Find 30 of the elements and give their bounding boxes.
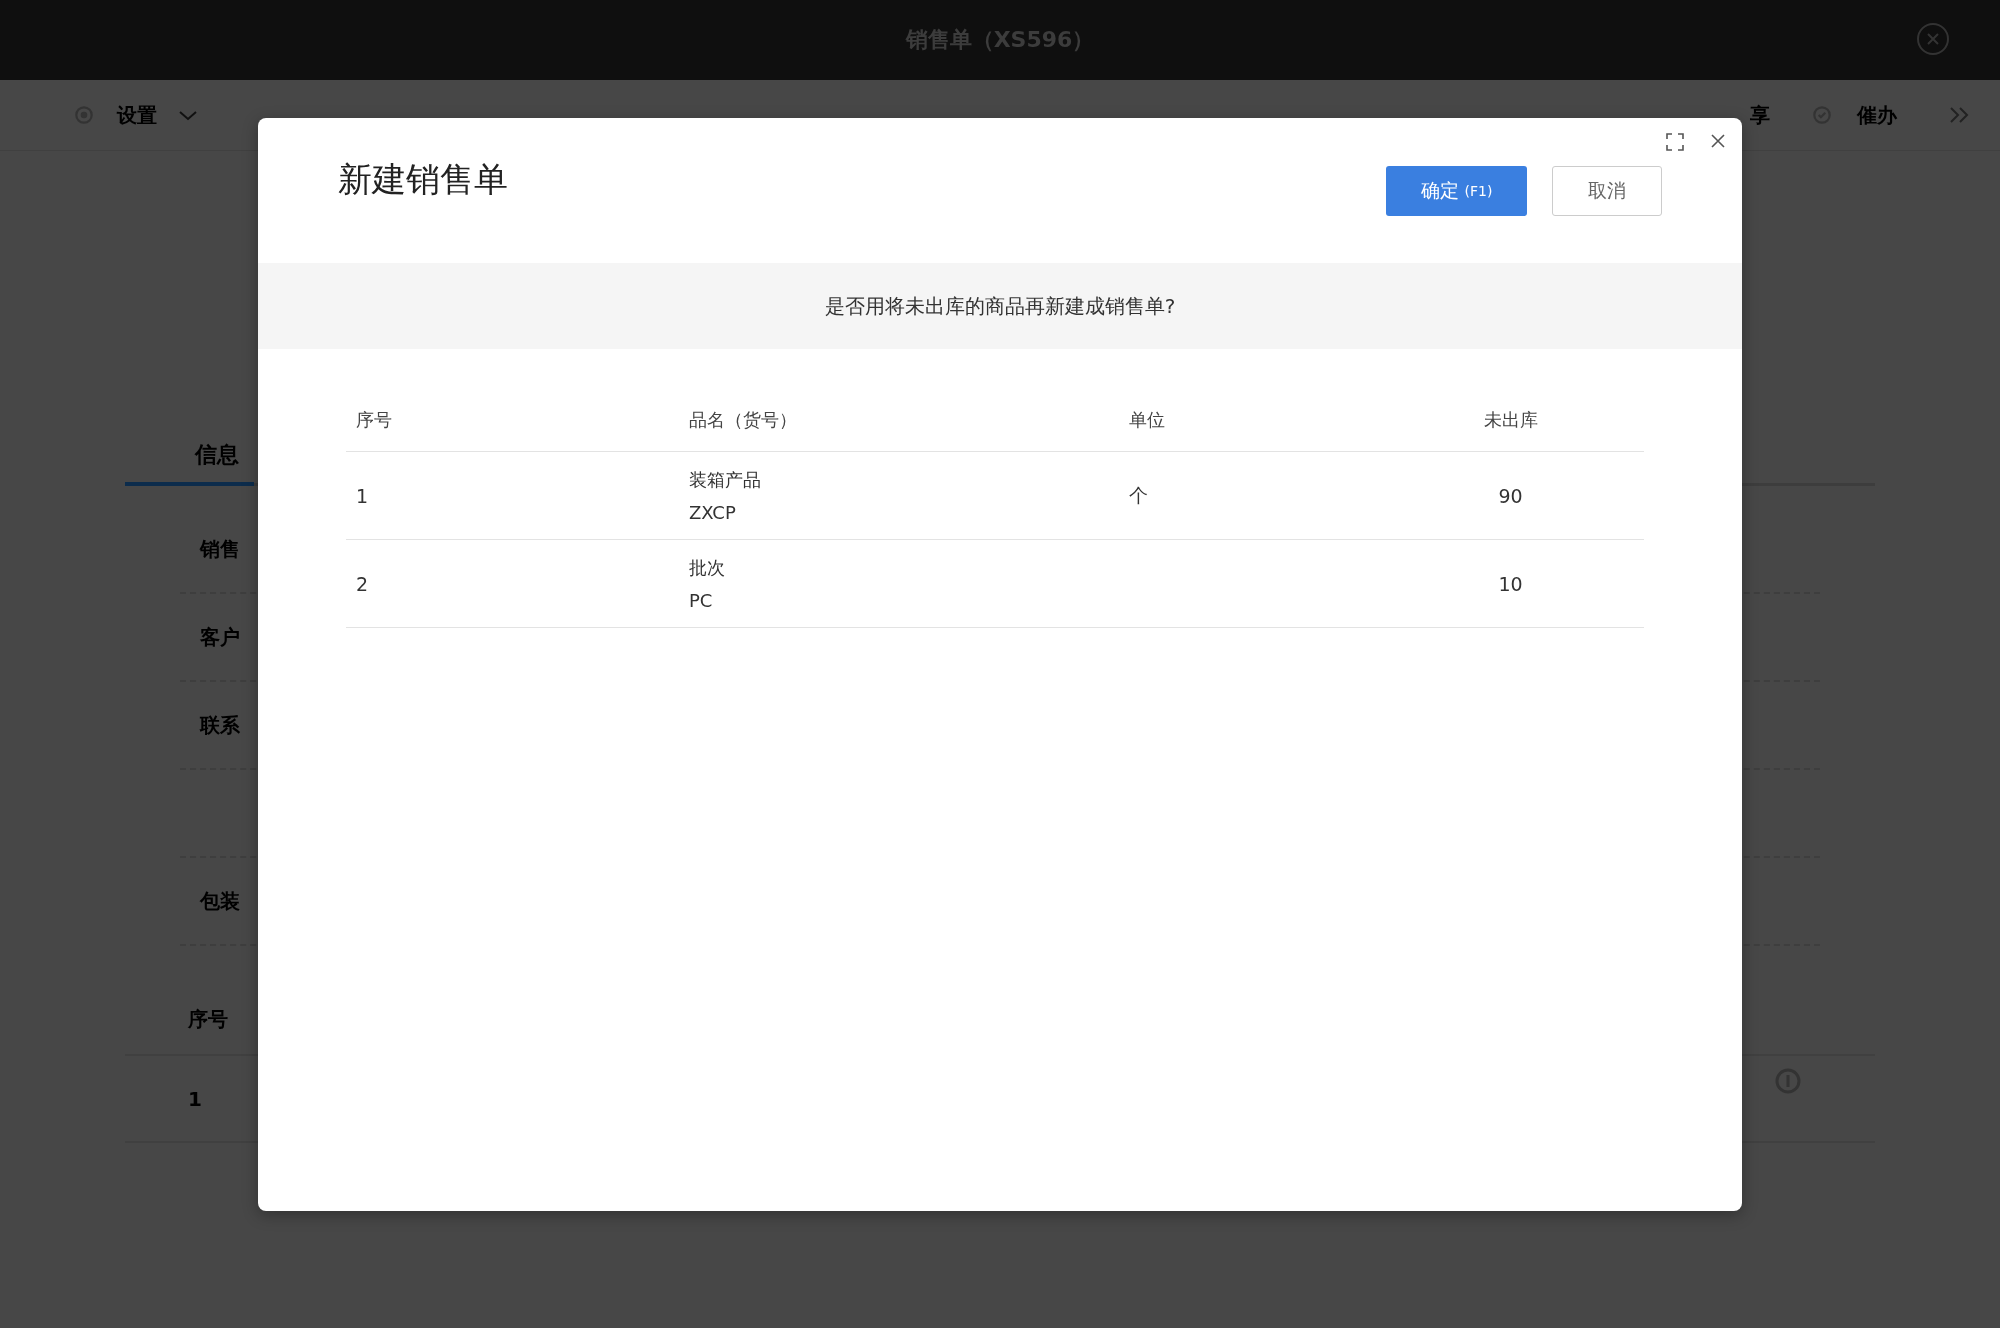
field-label: 客户 (200, 623, 240, 651)
product-name: 装箱产品 (689, 468, 762, 492)
product-code: PC (689, 590, 714, 611)
column-header: 序号 (356, 409, 392, 430)
table-cell: 2 (356, 572, 369, 595)
product-name: 批次 (689, 556, 726, 580)
table-cell: 1 (188, 1086, 202, 1111)
column-header: 品名（货号） (689, 409, 797, 430)
cancel-button[interactable]: 取消 (1552, 165, 1662, 216)
close-icon[interactable] (1710, 133, 1726, 149)
dialog-title: 新建销售单 (338, 157, 509, 201)
table-cell: 个 (1129, 483, 1148, 506)
toolbar-button[interactable]: 催办 (1857, 101, 1897, 129)
toolbar-button[interactable]: 设置 (117, 101, 157, 129)
caret-icon[interactable] (179, 109, 197, 121)
field-label: 包装 (200, 887, 240, 915)
table-cell: 1 (356, 484, 369, 507)
field-label: 联系 (200, 711, 240, 739)
column-header: 单位 (1129, 409, 1165, 430)
prompt-text: 是否用将未出库的商品再新建成销售单? (824, 292, 1176, 320)
fullscreen-icon[interactable] (1666, 133, 1684, 151)
table-cell: 10 (1498, 572, 1523, 595)
product-code: ZXCP (689, 502, 737, 523)
toolbar-button[interactable]: 享 (1750, 101, 1770, 129)
confirm-button[interactable]: 确定 (F1) (1386, 165, 1527, 216)
field-label: 销售 (200, 535, 240, 563)
column-header: 未出库 (1483, 409, 1538, 430)
tab[interactable]: 信息 (125, 440, 254, 486)
column-header: 序号 (188, 1005, 228, 1033)
table-cell: 90 (1498, 484, 1523, 507)
